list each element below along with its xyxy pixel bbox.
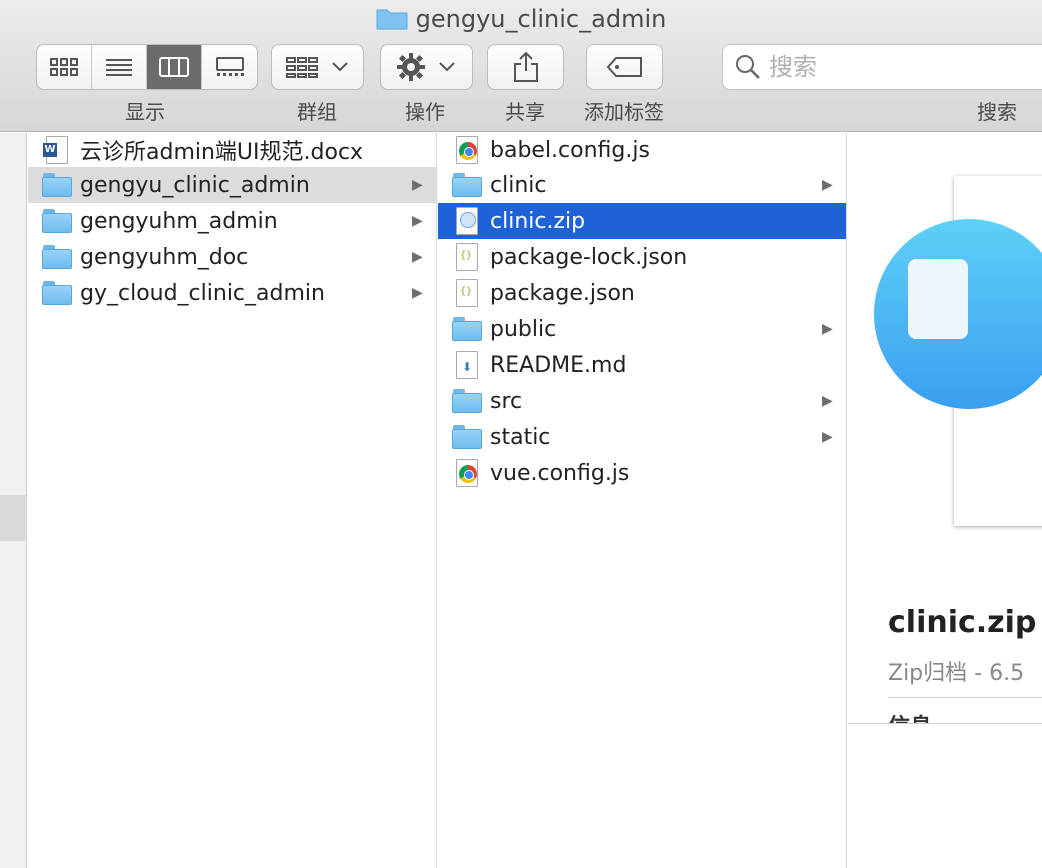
folder-icon <box>450 422 484 452</box>
gallery-view-button[interactable] <box>202 45 257 89</box>
action-label: 操作 <box>405 100 445 124</box>
folder-icon <box>40 278 74 308</box>
disclosure-arrow-icon: ▶ <box>412 249 423 265</box>
grid-icon <box>50 58 78 76</box>
preview-filename: clinic.zip <box>888 605 1037 640</box>
icon-view-button[interactable] <box>37 45 92 89</box>
folder-name: gengyu_clinic_admin <box>80 172 310 198</box>
search-input[interactable] <box>769 53 1042 81</box>
list-item[interactable]: babel.config.js <box>438 133 846 167</box>
list-item[interactable]: gengyuhm_admin ▶ <box>28 203 436 239</box>
group-icon <box>285 57 318 78</box>
sidebar <box>0 133 27 868</box>
folder-name: static <box>490 424 551 450</box>
markdown-file-icon: ⬇ <box>450 350 484 380</box>
file-name: babel.config.js <box>490 137 650 163</box>
list-item[interactable]: vue.config.js <box>438 455 846 491</box>
folder-name: src <box>490 388 523 414</box>
gear-icon <box>396 53 425 81</box>
list-item[interactable]: static ▶ <box>438 419 846 455</box>
action-button[interactable] <box>380 44 473 90</box>
list-item[interactable]: clinic.zip <box>438 203 846 239</box>
json-file-icon: {} <box>450 242 484 272</box>
list-item[interactable]: W 云诊所admin端UI规范.docx <box>28 133 436 167</box>
column-1: W 云诊所admin端UI规范.docx gengyu_clinic_admin… <box>28 133 437 868</box>
share-button[interactable] <box>487 44 564 90</box>
search-field[interactable] <box>722 44 1042 90</box>
column-2: babel.config.js clinic ▶ clinic.zip {} p… <box>438 133 847 868</box>
list-item[interactable]: gy_cloud_clinic_admin ▶ <box>28 275 436 311</box>
add-tag-label: 添加标签 <box>584 100 664 124</box>
list-item[interactable]: {} package.json <box>438 275 846 311</box>
folder-name: gengyuhm_admin <box>80 208 278 234</box>
preview-kind: Zip归档 - 6.5 <box>888 661 1025 686</box>
file-name: 云诊所admin端UI规范.docx <box>80 140 364 165</box>
file-name: clinic.zip <box>490 208 586 234</box>
window-title: gengyu_clinic_admin <box>0 4 1042 34</box>
disclosure-arrow-icon: ▶ <box>412 177 423 193</box>
disclosure-arrow-icon: ▶ <box>822 393 833 409</box>
gallery-icon <box>215 57 244 76</box>
search-icon <box>736 55 760 79</box>
preview-pane: clinic.zip Zip归档 - 6.5 信息 <box>848 133 1042 868</box>
folder-name: gy_cloud_clinic_admin <box>80 280 325 306</box>
window-title-text: gengyu_clinic_admin <box>415 5 667 33</box>
search-label: 搜索 <box>977 100 1017 124</box>
list-item[interactable]: src ▶ <box>438 383 846 419</box>
file-name: package-lock.json <box>490 244 688 270</box>
zip-archive-icon <box>450 206 484 236</box>
group-label: 群组 <box>297 100 337 124</box>
list-item[interactable]: gengyuhm_doc ▶ <box>28 239 436 275</box>
word-document-icon: W <box>40 135 74 165</box>
folder-name: public <box>490 316 557 342</box>
folder-icon <box>40 242 74 272</box>
list-item[interactable]: ⬇ README.md <box>438 347 846 383</box>
list-item[interactable]: {} package-lock.json <box>438 239 846 275</box>
finder-window: gengyu_clinic_admin 显示 群组 操作 共享 添加标签 搜索 … <box>0 0 1042 868</box>
list-item[interactable]: public ▶ <box>438 311 846 347</box>
view-label: 显示 <box>125 100 165 124</box>
folder-name: clinic <box>490 172 547 198</box>
toolbar: gengyu_clinic_admin 显示 群组 操作 共享 添加标签 搜索 … <box>0 0 1042 132</box>
add-tag-button[interactable] <box>586 44 663 90</box>
file-name: vue.config.js <box>490 460 630 486</box>
preview-info-heading: 信息 <box>888 709 932 723</box>
folder-icon <box>376 6 408 37</box>
share-label: 共享 <box>505 100 545 124</box>
share-icon <box>513 51 538 82</box>
folder-icon <box>40 206 74 236</box>
list-item[interactable]: clinic ▶ <box>438 167 846 203</box>
json-file-icon: {} <box>450 278 484 308</box>
chrome-icon <box>450 135 484 165</box>
disclosure-arrow-icon: ▶ <box>822 429 833 445</box>
disclosure-arrow-icon: ▶ <box>822 177 833 193</box>
folder-icon <box>40 170 74 200</box>
sidebar-selected-item[interactable] <box>0 495 27 541</box>
folder-icon <box>450 386 484 416</box>
list-item[interactable]: gengyu_clinic_admin ▶ <box>28 167 436 203</box>
columns-icon <box>159 57 189 77</box>
tag-icon <box>606 57 642 77</box>
archive-utility-icon <box>874 219 1042 409</box>
list-view-button[interactable] <box>92 45 147 89</box>
column-view-button[interactable] <box>147 45 202 89</box>
list-icon <box>106 59 132 76</box>
divider <box>888 697 1042 698</box>
divider <box>848 723 1042 724</box>
folder-icon <box>450 170 484 200</box>
folder-icon <box>450 314 484 344</box>
file-name: README.md <box>490 352 627 378</box>
chrome-icon <box>450 458 484 488</box>
view-mode-control <box>36 44 258 92</box>
chevron-down-icon <box>331 62 348 72</box>
disclosure-arrow-icon: ▶ <box>412 213 423 229</box>
chevron-down-icon <box>438 62 455 72</box>
file-name: package.json <box>490 280 635 306</box>
disclosure-arrow-icon: ▶ <box>822 321 833 337</box>
group-button[interactable] <box>271 44 364 90</box>
disclosure-arrow-icon: ▶ <box>412 285 423 301</box>
folder-name: gengyuhm_doc <box>80 244 249 270</box>
